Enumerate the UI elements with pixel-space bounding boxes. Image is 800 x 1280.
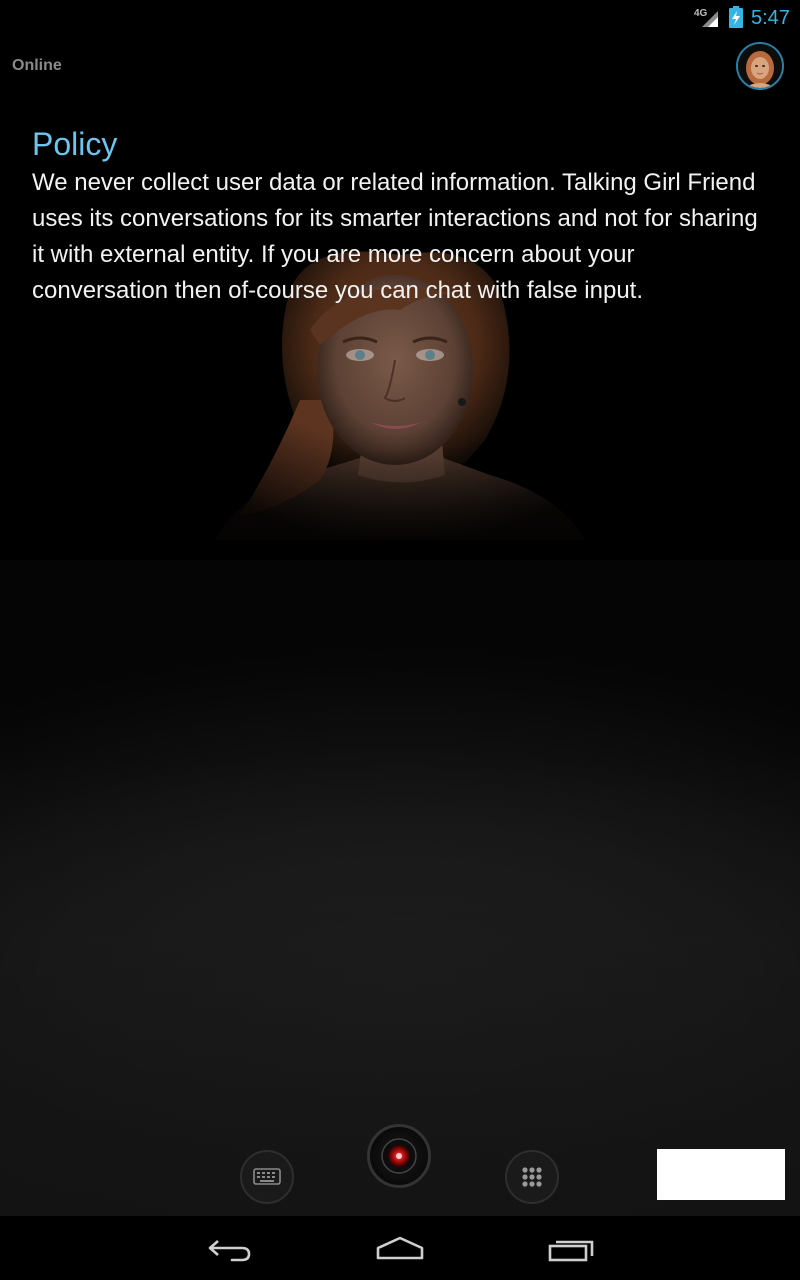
status-clock: 5:47 bbox=[751, 7, 790, 29]
keyboard-icon bbox=[253, 1168, 281, 1185]
apps-menu-button[interactable] bbox=[505, 1150, 559, 1204]
record-button[interactable] bbox=[367, 1124, 431, 1188]
keyboard-button[interactable] bbox=[240, 1150, 294, 1204]
policy-body-text: We never collect user data or related in… bbox=[32, 169, 758, 304]
grid-menu-icon bbox=[522, 1167, 542, 1187]
battery-charging-icon bbox=[729, 6, 743, 28]
policy-title: Policy bbox=[32, 126, 118, 162]
system-nav-bar bbox=[0, 1216, 800, 1280]
home-icon[interactable] bbox=[360, 1224, 440, 1272]
recent-apps-icon[interactable] bbox=[530, 1224, 610, 1272]
profile-avatar[interactable] bbox=[736, 42, 784, 90]
app-screen: 4G 5:47 Online Policy We never collect u… bbox=[0, 0, 800, 1280]
status-bar: 4G 5:47 bbox=[0, 0, 800, 36]
ad-banner-placeholder[interactable] bbox=[657, 1149, 785, 1200]
back-icon[interactable] bbox=[190, 1224, 270, 1272]
avatar-face-icon bbox=[738, 44, 782, 88]
online-status-label: Online bbox=[12, 57, 62, 74]
network-type-label: 4G bbox=[694, 8, 708, 19]
signal-icon: 4G bbox=[694, 8, 718, 27]
record-icon bbox=[381, 1138, 417, 1174]
